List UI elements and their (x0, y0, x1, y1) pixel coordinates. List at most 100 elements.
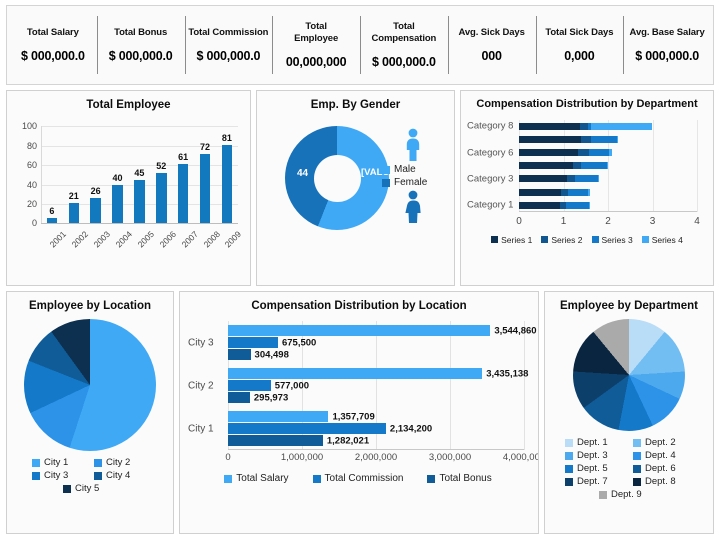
bar-column[interactable]: 21 (64, 126, 83, 224)
bar-row[interactable]: 675,500 (228, 337, 524, 349)
stacked-bar-row[interactable] (519, 162, 697, 170)
bar[interactable] (228, 435, 323, 447)
bar-segment[interactable] (589, 201, 591, 209)
legend-item[interactable]: Dept. 8 (633, 476, 693, 487)
bar-segment[interactable] (608, 149, 613, 157)
chart-employee-by-location[interactable] (7, 319, 173, 452)
bar-segment[interactable] (577, 149, 589, 157)
bar-column[interactable]: 45 (130, 126, 149, 224)
legend-item[interactable]: Dept. 1 (565, 437, 625, 448)
bar[interactable] (228, 380, 271, 392)
bar-segment[interactable] (580, 122, 589, 130)
bar-segment[interactable] (575, 175, 599, 183)
bar-group[interactable]: 3,435,138 577,000 295,973 City 2 (188, 368, 528, 404)
bar[interactable] (134, 179, 145, 224)
bar-segment[interactable] (588, 149, 609, 157)
bar-segment[interactable] (519, 162, 574, 170)
bar-column[interactable]: 72 (196, 126, 215, 224)
bar-series[interactable]: Category 8 Category 6 Category 3 Category 1 (467, 120, 697, 212)
bar-series[interactable]: 3,544,860 675,500 304,498 City 3 3,435,138 57… (188, 321, 537, 450)
bar-segment[interactable] (568, 188, 589, 196)
bar-row[interactable]: 1,357,709 (228, 411, 524, 423)
bar-column[interactable]: 81 (217, 126, 236, 224)
bar[interactable] (177, 164, 189, 224)
legend-item[interactable]: Total Commission (312, 473, 403, 484)
bar[interactable] (156, 172, 167, 224)
legend-item[interactable]: Total Salary (224, 473, 289, 484)
chart-comp-by-location[interactable]: 3,544,860 675,500 304,498 City 3 3,435,138 57… (186, 317, 538, 484)
panel-employee-by-department[interactable]: Employee by Department Dept. 1 Dept. 2 Dep… (544, 291, 714, 534)
chart-total-employee[interactable]: 0 20 40 60 80 100 6 21 26 40 45 52 61 72 81 2001 2002 2… (11, 118, 244, 268)
bar-row[interactable]: 3,544,860 (228, 325, 537, 337)
bar[interactable] (68, 203, 79, 224)
bar-segment[interactable] (573, 162, 582, 170)
bar-row[interactable]: 577,000 (228, 380, 524, 392)
bar-segment[interactable] (566, 201, 590, 209)
bar-column[interactable]: 40 (108, 126, 127, 224)
bar-column[interactable]: 61 (174, 126, 193, 224)
bar[interactable] (228, 337, 278, 349)
bar-series[interactable]: 6 21 26 40 45 52 61 72 81 (41, 126, 238, 224)
pie-graphic[interactable] (573, 319, 685, 432)
legend-item[interactable]: Dept. 3 (565, 450, 625, 461)
stacked-bar-row[interactable] (519, 188, 697, 196)
bar[interactable] (112, 184, 123, 224)
kpi-card-total-bonus[interactable]: Total Bonus $ 000,000.0 (96, 9, 185, 81)
legend-item[interactable]: City 5 (63, 483, 117, 494)
stacked-bar-row[interactable] (519, 135, 697, 143)
legend-item[interactable]: Dept. 9 (599, 489, 659, 500)
bar-segment[interactable] (607, 162, 608, 170)
bar[interactable] (221, 144, 233, 224)
kpi-card-total-commission[interactable]: Total Commission $ 000,000.0 (184, 9, 273, 81)
bar[interactable] (199, 153, 211, 224)
legend-item[interactable]: Dept. 5 (565, 463, 625, 474)
bar-segment[interactable] (519, 122, 581, 130)
stacked-bar-row[interactable]: Category 1 (467, 200, 697, 211)
bar-row[interactable]: 2,134,200 (228, 423, 524, 435)
legend-item[interactable]: Series 1 (491, 235, 532, 245)
legend-item[interactable]: Dept. 2 (633, 437, 693, 448)
chart-employee-by-department[interactable] (545, 319, 713, 432)
legend-item[interactable]: Total Bonus (427, 473, 492, 484)
bar-segment[interactable] (519, 201, 560, 209)
kpi-card-total-salary[interactable]: Total Salary $ 000,000.0 (9, 9, 97, 81)
panel-comp-by-department[interactable]: Compensation Distribution by Department … (460, 90, 714, 286)
panel-emp-by-gender[interactable]: Emp. By Gender 44 [VALUE]% Male (256, 90, 455, 286)
legend-item[interactable]: City 3 (32, 470, 86, 481)
legend-item[interactable]: City 1 (32, 457, 86, 468)
bar-segment[interactable] (581, 162, 608, 170)
kpi-card-total-employee[interactable]: Total Employee 00,000,000 (272, 9, 360, 81)
bar-segment[interactable] (616, 135, 619, 143)
pie-graphic[interactable] (24, 319, 156, 452)
kpi-card-total-sick-days[interactable]: Total Sick Days 0,000 (535, 9, 624, 81)
legend-item[interactable]: City 4 (94, 470, 148, 481)
stacked-bar-row[interactable]: Category 8 (467, 121, 697, 132)
kpi-card-avg-sick-days[interactable]: Avg. Sick Days 000 (447, 9, 536, 81)
stacked-bar-row[interactable]: Category 6 (467, 147, 697, 158)
stacked-bar-row[interactable]: Category 3 (467, 173, 697, 184)
chart-comp-by-department[interactable]: Category 8 Category 6 Category 3 Category 1… (465, 116, 707, 234)
bar-row[interactable]: 304,498 (228, 349, 524, 361)
legend-item[interactable]: Dept. 7 (565, 476, 625, 487)
kpi-card-avg-base-salary[interactable]: Avg. Base Salary $ 000,000.0 (623, 9, 711, 81)
bar-segment[interactable] (519, 188, 562, 196)
bar[interactable] (90, 198, 101, 224)
legend-item[interactable]: Dept. 6 (633, 463, 693, 474)
legend-item[interactable]: Dept. 4 (633, 450, 693, 461)
panel-comp-by-location[interactable]: Compensation Distribution by Location 3,… (179, 291, 539, 534)
legend-item[interactable]: Series 2 (541, 235, 583, 245)
bar-row[interactable]: 295,973 (228, 392, 524, 404)
bar-column[interactable]: 52 (152, 126, 171, 224)
bar[interactable] (228, 349, 251, 361)
legend-item-female[interactable]: Female (382, 177, 427, 188)
bar-segment[interactable] (591, 122, 653, 130)
legend-item-male[interactable]: Male (382, 164, 416, 175)
bar-column[interactable]: 6 (42, 126, 61, 224)
bar-segment[interactable] (567, 175, 576, 183)
bar-segment[interactable] (561, 188, 569, 196)
chart-emp-by-gender[interactable]: 44 [VALUE]% Male Female (257, 116, 454, 264)
bar[interactable] (228, 325, 491, 337)
kpi-card-total-compensation[interactable]: Total Compensation $ 000,000.0 (360, 9, 448, 81)
bar-segment[interactable] (598, 175, 600, 183)
panel-total-employee[interactable]: Total Employee 0 20 40 60 80 100 6 21 26 40 45 52 6… (6, 90, 251, 286)
